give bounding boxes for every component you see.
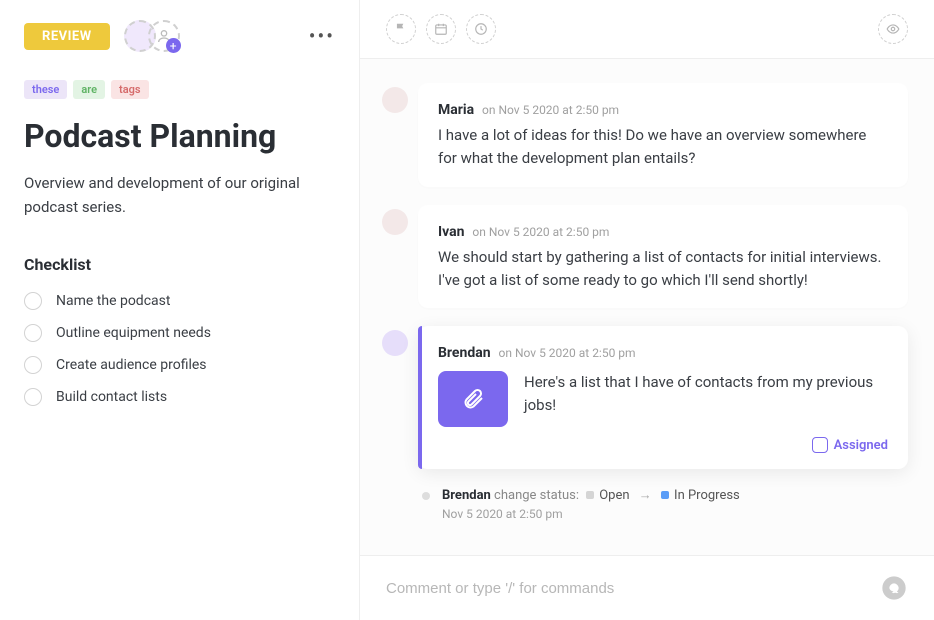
- tag[interactable]: are: [73, 80, 105, 99]
- activity-entry: Brendan change status: Open → In Progres…: [422, 487, 908, 521]
- checklist: Name the podcast Outline equipment needs…: [24, 292, 335, 406]
- comment-row: Maria on Nov 5 2020 at 2:50 pm I have a l…: [382, 83, 908, 187]
- checklist-item[interactable]: Build contact lists: [24, 388, 335, 406]
- activity-timestamp: Nov 5 2020 at 2:50 pm: [442, 507, 744, 521]
- comment-author: Brendan: [438, 345, 491, 361]
- clock-button[interactable]: [466, 14, 496, 44]
- checkbox-icon: [812, 437, 828, 453]
- status-badge[interactable]: REVIEW: [24, 23, 110, 50]
- watch-button[interactable]: [878, 14, 908, 44]
- flag-button[interactable]: [386, 14, 416, 44]
- activity-toolbar: [360, 0, 934, 59]
- task-header-row: REVIEW + •••: [24, 20, 335, 52]
- attachment-icon[interactable]: [438, 371, 508, 427]
- checkbox-icon[interactable]: [24, 356, 42, 374]
- tags-row: these aretags: [24, 80, 335, 99]
- add-assignee-button[interactable]: +: [148, 20, 180, 52]
- plus-icon: +: [166, 38, 181, 53]
- checklist-item[interactable]: Create audience profiles: [24, 356, 335, 374]
- checklist-item-label: Build contact lists: [56, 389, 167, 405]
- checklist-item[interactable]: Outline equipment needs: [24, 324, 335, 342]
- assigned-label: Assigned: [834, 438, 888, 453]
- checkbox-icon[interactable]: [24, 388, 42, 406]
- activity-panel: Maria on Nov 5 2020 at 2:50 pm I have a l…: [360, 0, 934, 620]
- comment-timestamp: on Nov 5 2020 at 2:50 pm: [472, 225, 609, 239]
- comment-card[interactable]: Maria on Nov 5 2020 at 2:50 pm I have a l…: [418, 83, 908, 187]
- comment-timestamp: on Nov 5 2020 at 2:50 pm: [482, 103, 619, 117]
- comment-card[interactable]: Ivan on Nov 5 2020 at 2:50 pm We should s…: [418, 205, 908, 309]
- comment-body: Here's a list that I have of contacts fr…: [524, 371, 888, 418]
- checklist-item-label: Create audience profiles: [56, 357, 207, 373]
- comment-body: We should start by gathering a list of c…: [438, 246, 888, 293]
- comment-timestamp: on Nov 5 2020 at 2:50 pm: [499, 346, 636, 360]
- send-icon[interactable]: [880, 574, 908, 602]
- comment-avatar[interactable]: [382, 87, 408, 113]
- checklist-item[interactable]: Name the podcast: [24, 292, 335, 310]
- checklist-heading: Checklist: [24, 255, 335, 274]
- comment-avatar[interactable]: [382, 209, 408, 235]
- status-from: Open: [586, 488, 629, 503]
- page-title: Podcast Planning: [24, 117, 335, 155]
- task-detail-panel: REVIEW + ••• these aretags Podcast Planni…: [0, 0, 360, 620]
- tag[interactable]: tags: [111, 80, 149, 99]
- comment-avatar[interactable]: [382, 330, 408, 356]
- calendar-button[interactable]: [426, 14, 456, 44]
- comment-body: I have a lot of ideas for this! Do we ha…: [438, 124, 888, 171]
- comment-author: Maria: [438, 102, 474, 118]
- checkbox-icon[interactable]: [24, 324, 42, 342]
- activity-author: Brendan: [442, 488, 491, 503]
- checklist-item-label: Outline equipment needs: [56, 325, 211, 341]
- activity-dot-icon: [422, 492, 430, 500]
- more-menu-button[interactable]: •••: [309, 24, 335, 48]
- comment-input[interactable]: [386, 580, 880, 597]
- assignee-avatars: +: [124, 20, 180, 52]
- status-to: In Progress: [661, 488, 740, 503]
- arrow-right-icon: →: [639, 488, 652, 503]
- activity-verb: change status:: [494, 488, 579, 503]
- assigned-indicator[interactable]: Assigned: [438, 437, 888, 453]
- comment-row: Brendan on Nov 5 2020 at 2:50 pm Here's …: [382, 326, 908, 469]
- tag[interactable]: these: [24, 80, 67, 99]
- checklist-item-label: Name the podcast: [56, 293, 170, 309]
- comment-row: Ivan on Nov 5 2020 at 2:50 pm We should s…: [382, 205, 908, 309]
- comment-composer: [360, 555, 934, 620]
- comments-list: Maria on Nov 5 2020 at 2:50 pm I have a l…: [360, 59, 934, 555]
- comment-card[interactable]: Brendan on Nov 5 2020 at 2:50 pm Here's …: [418, 326, 908, 469]
- checkbox-icon[interactable]: [24, 292, 42, 310]
- page-description: Overview and development of our original…: [24, 171, 335, 219]
- comment-author: Ivan: [438, 224, 464, 240]
